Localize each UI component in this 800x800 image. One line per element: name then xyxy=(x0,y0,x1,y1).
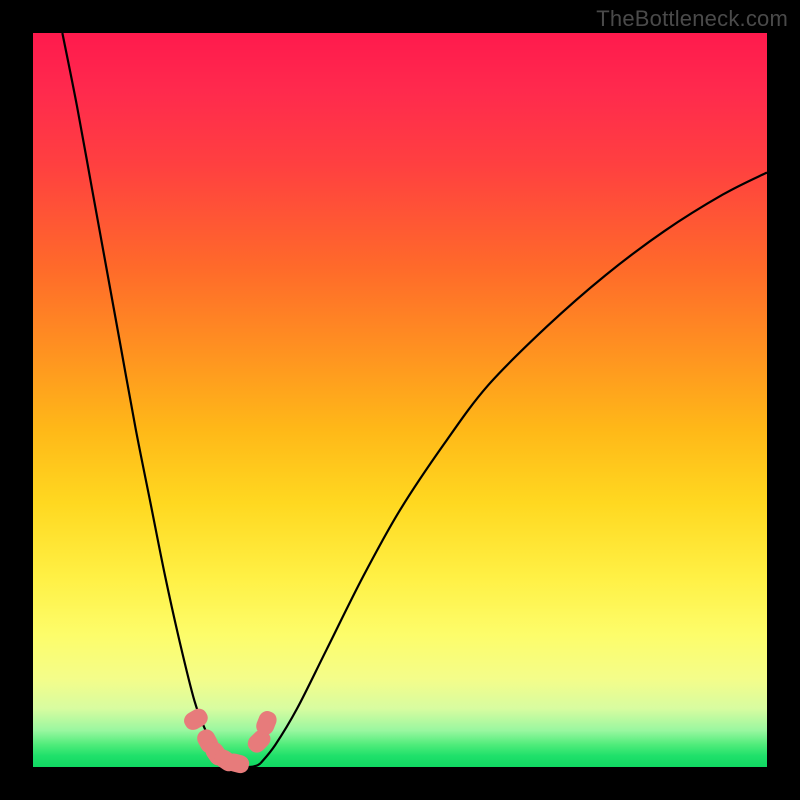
curve-left-branch xyxy=(62,33,227,763)
bottleneck-curve xyxy=(0,0,800,800)
chart-frame: TheBottleneck.com xyxy=(0,0,800,800)
curve-right-branch xyxy=(261,172,767,763)
marker-dot xyxy=(181,706,211,734)
marker-group xyxy=(181,706,279,776)
